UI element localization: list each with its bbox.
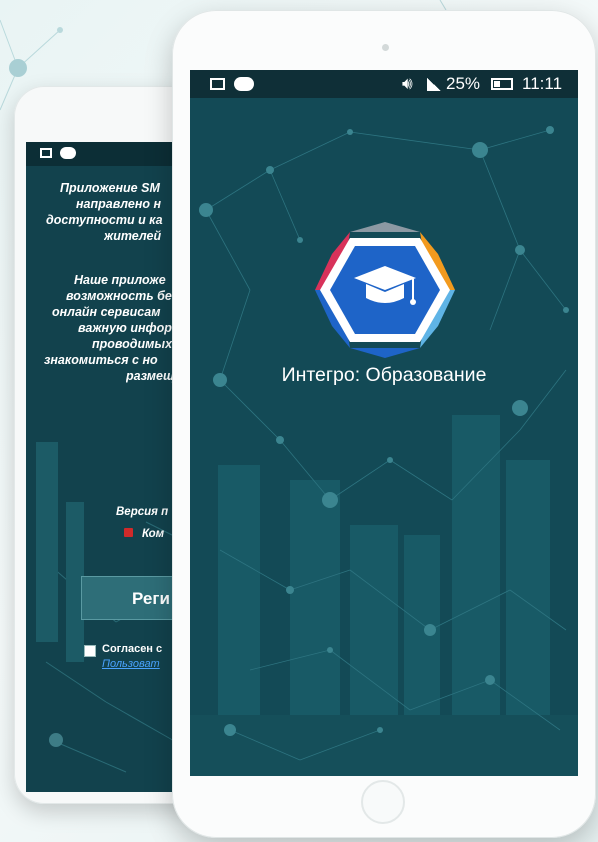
agree-checkbox[interactable] [84,645,96,657]
agree-label: Согласен с [102,643,163,655]
image-icon [210,78,225,90]
front-phone: 🔊︎ 25% 11:11 Интегро: Образование [172,10,596,838]
app-logo [315,222,455,358]
status-bar: 🔊︎ 25% 11:11 [190,70,578,98]
cloud-download-icon [234,77,254,91]
home-button[interactable] [361,780,405,824]
cloud-download-icon [60,147,76,159]
signal-icon [427,78,441,91]
clock: 11:11 [522,74,563,93]
battery-icon [491,78,513,90]
terms-link[interactable]: Пользоват [102,658,160,670]
volume-icon: 🔊︎ [402,74,413,93]
company-logo-icon [124,528,133,537]
app-title: Интегро: Образование [281,364,487,386]
network-background [190,126,578,776]
speaker [382,44,389,51]
image-icon [40,148,52,158]
splash-screen: 🔊︎ 25% 11:11 Интегро: Образование [190,70,578,776]
battery-percent: 25% [446,74,481,93]
